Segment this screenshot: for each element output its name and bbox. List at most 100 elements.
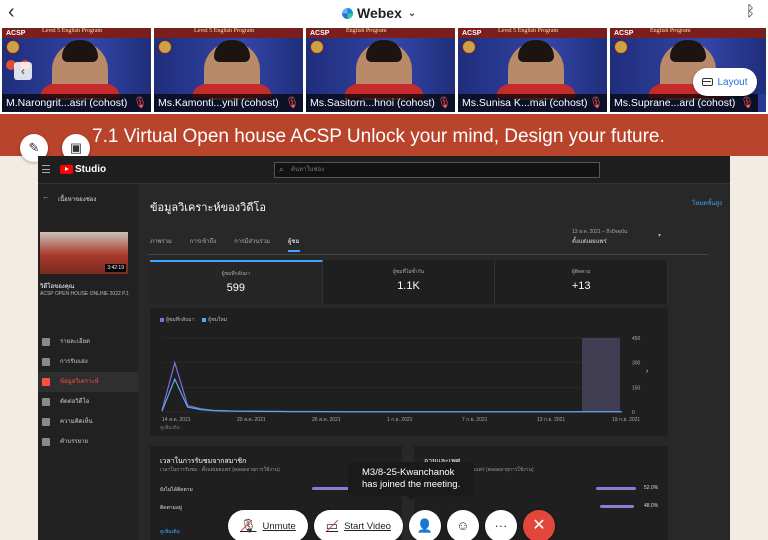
metric-returning-viewers[interactable]: ผู้ชมที่กลับมา 599 bbox=[150, 260, 323, 304]
join-notification: M3/8-25-Kwanchanok has joined the meetin… bbox=[348, 462, 474, 501]
pencil-icon bbox=[42, 338, 50, 346]
participants-button[interactable]: 👤 bbox=[408, 510, 441, 540]
top-bar: ‹ Webex ⌄ ᛒ bbox=[0, 0, 768, 26]
metric-subscribers[interactable]: ผู้ติดตาม +13 bbox=[495, 260, 669, 304]
metric-unique-viewers[interactable]: ผู้ชมที่ไม่ซ้ำกัน 1.1K bbox=[322, 260, 496, 304]
sidebar-item-analytics[interactable]: ข้อมูลวิเคราะห์ bbox=[38, 372, 138, 392]
notification-name: M3/8-25-Kwanchanok bbox=[362, 467, 455, 478]
back-button[interactable]: ‹ bbox=[8, 2, 26, 24]
tile-banner-text: Level 5 English Program bbox=[498, 28, 559, 34]
series-line bbox=[161, 377, 622, 413]
app-title-menu[interactable]: Webex ⌄ bbox=[342, 5, 416, 21]
video-title: วิดีโอของคุณ bbox=[40, 284, 75, 290]
bluetooth-icon: ᛒ bbox=[746, 3, 756, 20]
sidebar-item-comments[interactable]: ความคิดเห็น bbox=[38, 412, 138, 432]
reactions-button[interactable]: ☺ bbox=[446, 510, 479, 540]
unmute-button[interactable]: 🎙 Unmute bbox=[228, 510, 308, 540]
card-row-percent: 52.0% bbox=[644, 485, 659, 491]
smiley-icon: ☺ bbox=[456, 518, 470, 533]
sidebar-item-exposure[interactable]: การรับแสง bbox=[38, 352, 138, 372]
tab-engagement[interactable]: การมีส่วนร่วม bbox=[234, 236, 270, 252]
participant-name: Ms.Sunisa K...mai (cohost) bbox=[458, 94, 607, 112]
tile-logo-text: ACSP bbox=[6, 30, 26, 37]
participant-name: Ms.Suprane...ard (cohost) bbox=[610, 94, 758, 112]
participant-tile[interactable]: Level 5 English Program Ms.Kamonti...yni… bbox=[154, 28, 303, 112]
audience-chart: ผู้ชมที่กลับมา ผู้ชมใหม่ 0 150 300 450 14 ส.… bbox=[150, 308, 668, 436]
tab-reach[interactable]: การเข้าถึง bbox=[190, 236, 216, 252]
metric-label: ผู้ชมที่กลับมา bbox=[221, 271, 250, 277]
metric-value: +13 bbox=[571, 280, 591, 292]
card-see-more-link[interactable]: ดูเพิ่มเติม bbox=[160, 528, 180, 536]
film-icon bbox=[42, 398, 50, 406]
y-tick-label: 150 bbox=[632, 385, 641, 391]
metric-cards: ผู้ชมที่กลับมา 599 ผู้ชมที่ไม่ซ้ำกัน 1.1… bbox=[150, 260, 669, 304]
notification-message: has joined the meeting. bbox=[362, 479, 461, 490]
tile-logo-text: ACSP bbox=[462, 30, 482, 37]
participant-tile[interactable]: Level 5 English Program ACSP Ms.Sunisa K… bbox=[458, 28, 607, 112]
school-seal-icon bbox=[462, 40, 476, 54]
metric-value: 1.1K bbox=[397, 280, 420, 292]
y-tick-label: 300 bbox=[632, 361, 641, 367]
tab-divider bbox=[148, 254, 708, 255]
screen-share-icon: ▣ bbox=[69, 140, 83, 155]
participant-name: Ms.Kamonti...ynil (cohost) bbox=[154, 94, 303, 112]
date-range-select[interactable]: ตั้งแต่เผยแพร่ bbox=[572, 236, 607, 246]
line-chart: 0 150 300 450 14 ส.ค. 2021 20 ส.ค. 2021 26 ส.ค… bbox=[161, 336, 641, 423]
chart-see-more-link[interactable]: ดูเพิ่มเติม bbox=[160, 424, 180, 432]
layout-label: Layout bbox=[717, 76, 748, 88]
chevron-down-icon: ⌄ bbox=[407, 7, 417, 19]
school-seal-icon bbox=[158, 40, 172, 54]
mic-muted-icon: 🎙 bbox=[133, 97, 147, 109]
advanced-mode-link[interactable]: โหมดขั้นสูง bbox=[692, 198, 722, 208]
search-input[interactable]: ค้นหาในช่อง bbox=[274, 162, 600, 178]
slide-title: 7.1 Virtual Open house ACSP Unlock your … bbox=[92, 126, 665, 147]
metric-label: ผู้ติดตาม bbox=[571, 269, 591, 275]
participant-name: M.Narongrit...asri (cohost) bbox=[2, 94, 151, 112]
layout-icon bbox=[702, 78, 714, 86]
tab-audience[interactable]: ผู้ชม bbox=[288, 236, 300, 252]
close-icon: ✕ bbox=[532, 517, 546, 534]
analytics-icon bbox=[42, 378, 50, 386]
chevron-right-icon[interactable]: › bbox=[646, 368, 648, 375]
participant-name: Ms.Sasitorn...hnoi (cohost) bbox=[306, 94, 455, 112]
tab-overview[interactable]: ภาพรวม bbox=[150, 236, 172, 252]
webex-logo-icon bbox=[342, 7, 353, 19]
mic-muted-icon: 🎙 bbox=[437, 97, 451, 109]
tile-banner-text: English Program bbox=[650, 28, 691, 34]
x-tick-label: 26 ส.ค. 2021 bbox=[312, 417, 341, 423]
strip-previous-button[interactable]: ‹ bbox=[14, 62, 32, 80]
pen-icon: ✎ bbox=[28, 140, 40, 155]
mic-muted-icon: 🎙 bbox=[589, 97, 603, 109]
x-tick-label: 14 ส.ค. 2021 bbox=[162, 417, 191, 423]
start-video-button[interactable]: ▭ Start Video bbox=[313, 510, 403, 540]
mic-muted-icon: 🎙 bbox=[740, 97, 754, 109]
video-thumbnail[interactable]: 3:42:19 bbox=[40, 232, 128, 274]
sidebar-item-editor[interactable]: ตัดต่อวิดีโอ bbox=[38, 392, 138, 412]
meeting-controls: 🎙 Unmute ▭ Start Video 👤 ☺ ··· ✕ bbox=[228, 510, 555, 540]
dropdown-arrow-icon[interactable]: ▾ bbox=[658, 232, 661, 239]
video-duration: 3:42:19 bbox=[105, 264, 126, 272]
x-tick-label: 20 ส.ค. 2021 bbox=[237, 417, 266, 423]
estimated-period-block bbox=[582, 338, 620, 412]
back-arrow-icon[interactable]: ← bbox=[42, 192, 50, 201]
menu-icon[interactable] bbox=[42, 165, 50, 173]
analytics-title: ข้อมูลวิเคราะห์ของวิดีโอ bbox=[150, 202, 266, 214]
tile-logo-text: ACSP bbox=[310, 30, 330, 37]
mic-off-icon: 🎙 bbox=[240, 518, 257, 533]
card-row-bar bbox=[600, 505, 634, 508]
y-tick-label: 450 bbox=[632, 336, 641, 342]
unmute-label: Unmute bbox=[262, 520, 296, 532]
layout-button[interactable]: Layout bbox=[693, 68, 757, 96]
date-range-label: 13 ส.ค. 2021 – ถึงปัจจุบัน bbox=[572, 229, 628, 235]
slide-header: 7.1 Virtual Open house ACSP Unlock your … bbox=[0, 114, 768, 156]
participant-strip: Level 5 English Program ACSP M.Narongrit… bbox=[0, 28, 768, 112]
leave-meeting-button[interactable]: ✕ bbox=[522, 510, 555, 540]
sidebar-item-subtitles[interactable]: คำบรรยาย bbox=[38, 432, 138, 452]
participant-tile[interactable]: English Program ACSP Ms.Sasitorn...hnoi … bbox=[306, 28, 455, 112]
x-tick-label: 7 ก.ย. 2021 bbox=[462, 417, 488, 423]
sidebar-item-details[interactable]: รายละเอียด bbox=[38, 332, 138, 352]
card-row-bar bbox=[596, 487, 636, 490]
metric-label: ผู้ชมที่ไม่ซ้ำกัน bbox=[392, 269, 425, 275]
more-options-button[interactable]: ··· bbox=[484, 510, 517, 540]
youtube-play-icon bbox=[60, 165, 73, 174]
